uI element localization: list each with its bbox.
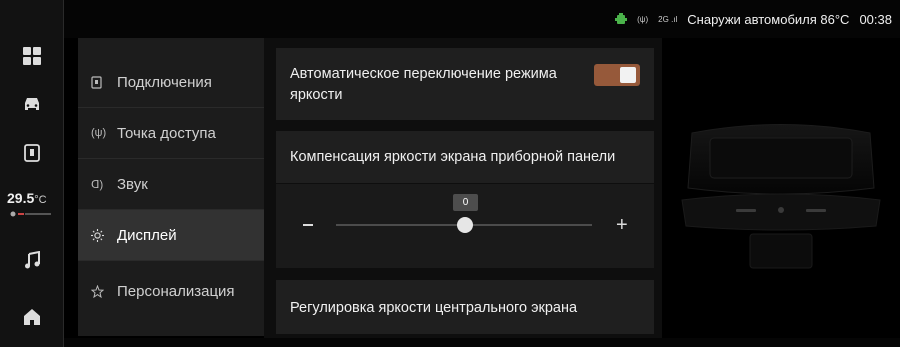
speaker-icon: ᗡ) (91, 178, 104, 191)
menu-item-label: Дисплей (117, 226, 177, 244)
auto-brightness-toggle[interactable] (594, 64, 640, 86)
menu-item-label: Персонализация (117, 283, 235, 300)
brightness-compensation-slider: 0 + (276, 184, 654, 268)
menu-item-display[interactable]: Дисплей (78, 210, 264, 261)
slider-value-bubble: 0 (453, 194, 478, 211)
wireless-status-icon: (ψ) (637, 14, 649, 24)
settings-menu: Подключения (ψ) Точка доступа ᗡ) Звук Ди… (78, 38, 264, 336)
bottom-strip (64, 338, 900, 347)
car-interior-preview (662, 38, 900, 338)
menu-item-connections[interactable]: Подключения (78, 57, 264, 108)
center-brightness-card[interactable]: Регулировка яркости центрального экрана (276, 280, 654, 334)
cluster-compensation-label: Компенсация яркости экрана приборной пан… (290, 149, 616, 165)
slider-thumb[interactable] (457, 217, 473, 233)
music-icon[interactable] (0, 248, 64, 272)
star-icon (91, 285, 113, 298)
temperature-unit: °C (34, 194, 47, 206)
hotspot-icon: (ψ) (91, 127, 107, 139)
display-settings-panel: Автоматическое переключение режима яркос… (264, 38, 662, 338)
slider-increase-button[interactable]: + (616, 215, 628, 235)
climate-temperature[interactable]: 29.5°C (7, 190, 47, 206)
phone-icon (91, 75, 113, 89)
left-dock: 29.5°C (0, 0, 64, 347)
network-signal-icon: 2G .ıl (658, 14, 678, 24)
menu-item-hotspot[interactable]: (ψ) Точка доступа (78, 108, 264, 159)
apps-grid-icon[interactable] (0, 44, 64, 68)
charging-icon (615, 13, 628, 24)
phone-projection-icon[interactable] (0, 141, 64, 165)
menu-item-personalization[interactable]: Персонализация (78, 266, 264, 317)
menu-item-sound[interactable]: ᗡ) Звук (78, 159, 264, 210)
menu-item-label: Звук (117, 175, 148, 193)
dashboard-image (681, 124, 881, 269)
status-bar: (ψ) 2G .ıl Снаружи автомобиля 86°C 00:38 (64, 0, 900, 38)
toggle-knob (620, 67, 636, 83)
slider-decrease-button[interactable] (303, 224, 313, 226)
outside-temperature: Снаружи автомобиля 86°C (687, 11, 850, 27)
sun-icon (91, 228, 113, 242)
fan-level-icon (10, 211, 51, 217)
home-icon[interactable] (0, 305, 64, 329)
center-brightness-label: Регулировка яркости центрального экрана (290, 300, 578, 316)
temperature-value: 29.5 (7, 190, 35, 206)
menu-item-label: Точка доступа (117, 124, 216, 142)
car-icon[interactable] (0, 92, 64, 116)
auto-brightness-label: Автоматическое переключение режима яркос… (290, 66, 557, 103)
auto-brightness-card: Автоматическое переключение режима яркос… (276, 48, 654, 120)
menu-item-label: Подключения (117, 73, 212, 91)
clock: 00:38 (859, 11, 892, 27)
cluster-compensation-card: Компенсация яркости экрана приборной пан… (276, 131, 654, 183)
